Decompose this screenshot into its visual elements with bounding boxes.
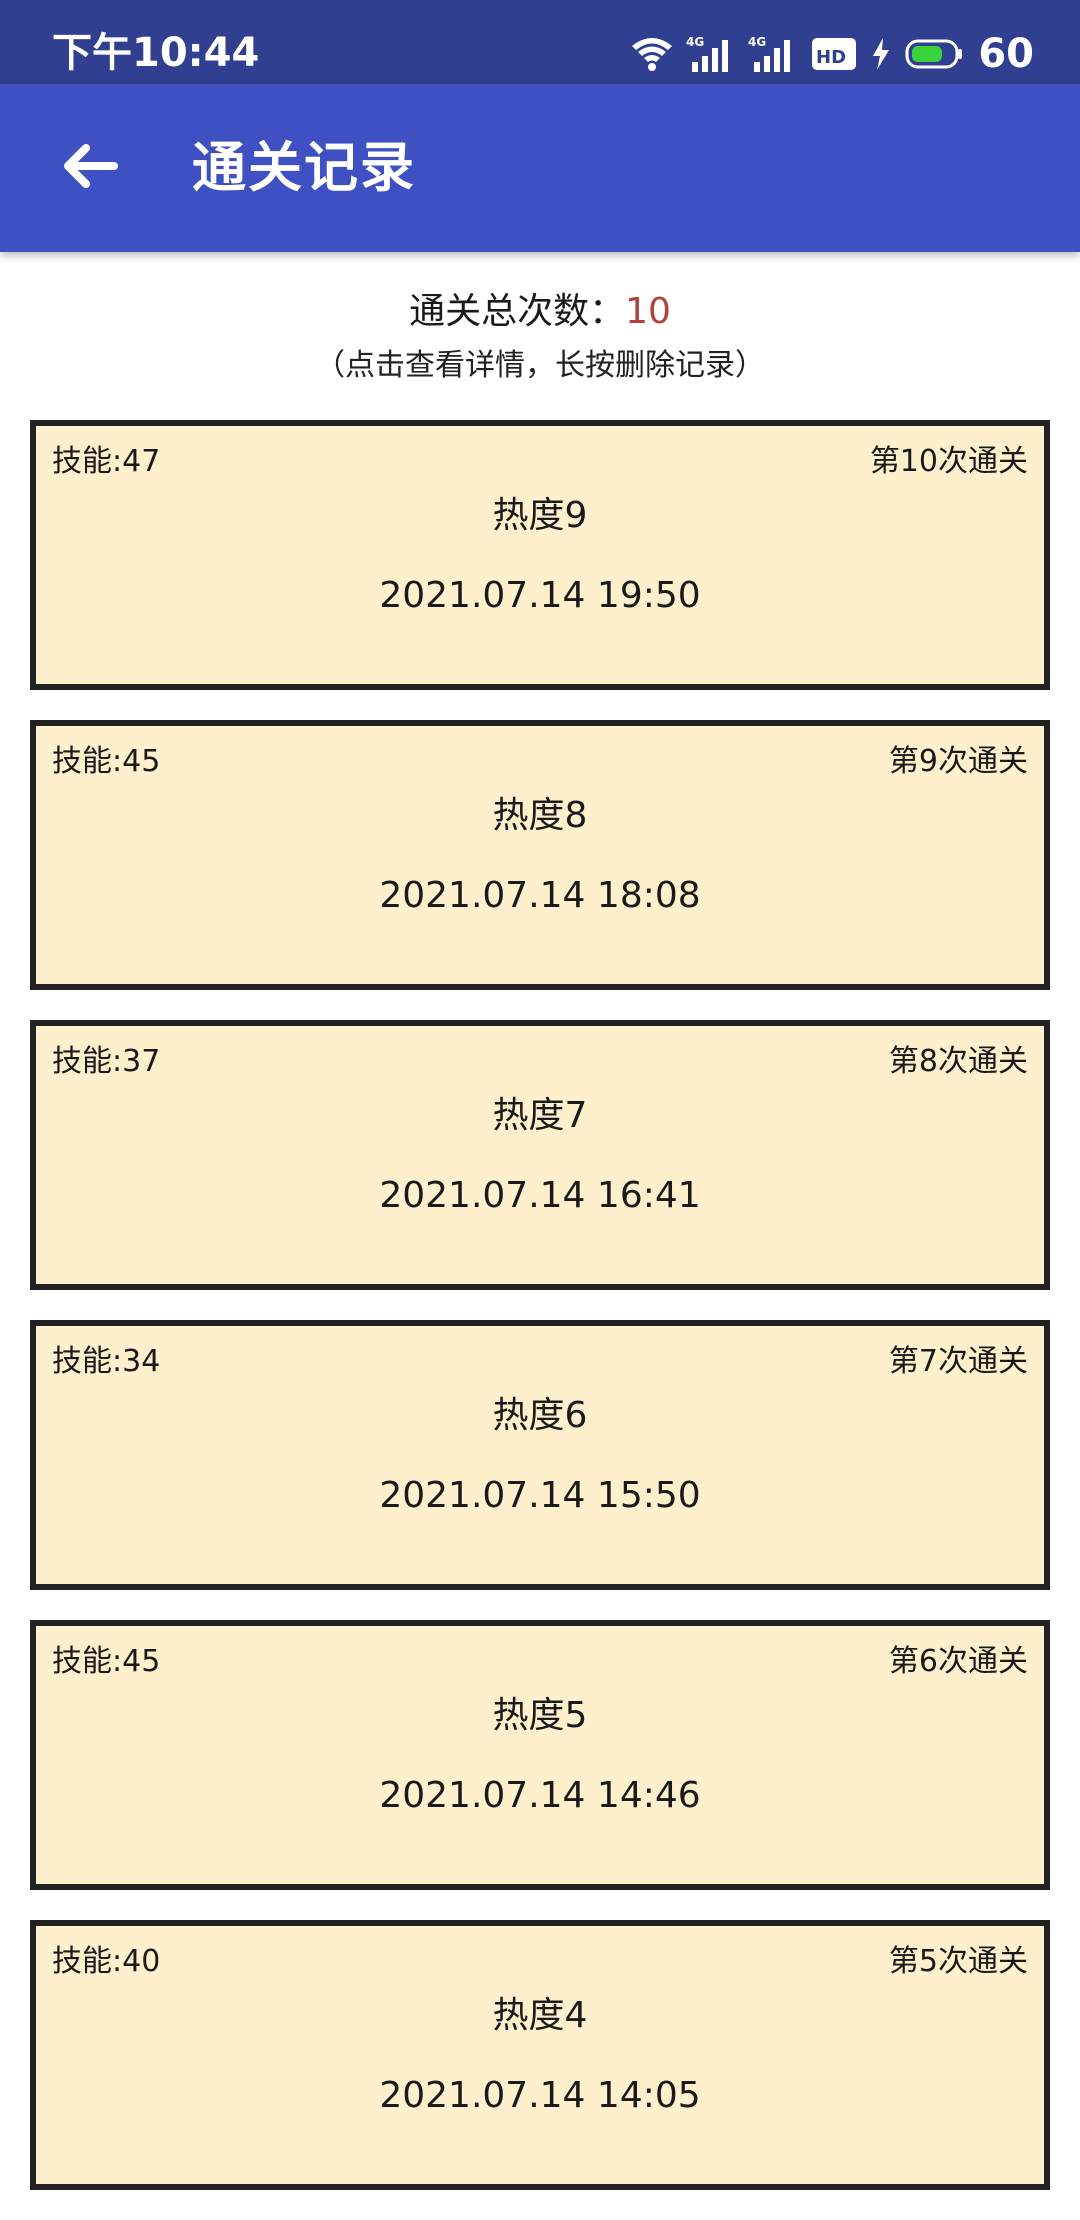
page-title: 通关记录 [192,136,416,199]
record-card[interactable]: 技能:45 第9次通关 热度8 2021.07.14 18:08 [30,720,1050,990]
summary-line: 通关总次数：10 [0,284,1080,340]
signal-4g-icon: 4G [748,34,798,74]
summary-label: 通关总次数： [409,291,626,332]
status-icons: 4G 4G HD 60 [630,30,1034,78]
svg-text:4G: 4G [686,35,704,49]
record-card[interactable]: 技能:37 第8次通关 热度7 2021.07.14 16:41 [30,1020,1050,1290]
record-heat: 热度6 [492,1395,588,1436]
record-clear-index: 第7次通关 [888,1344,1028,1379]
wifi-icon [630,34,674,74]
battery-level: 60 [978,31,1034,77]
record-skill: 技能:45 [52,1644,161,1679]
record-time: 2021.07.14 14:05 [379,2075,701,2116]
svg-text:HD: HD [816,47,846,68]
record-clear-index: 第9次通关 [888,744,1028,779]
record-card[interactable]: 技能:45 第6次通关 热度5 2021.07.14 14:46 [30,1620,1050,1890]
status-bar: 下午10:44 4G 4G HD 60 [0,0,1080,84]
summary-count: 10 [625,291,671,332]
app-bar: 通关记录 [0,84,1080,252]
record-time: 2021.07.14 18:08 [379,875,701,916]
records-list: 技能:47 第10次通关 热度9 2021.07.14 19:50 技能:45 … [30,420,1050,2220]
record-heat: 热度9 [492,495,588,536]
back-button[interactable] [40,126,140,210]
hd-icon: HD [810,34,858,74]
record-time: 2021.07.14 16:41 [379,1175,701,1216]
hint-text: （点击查看详情，长按删除记录） [315,348,765,383]
signal-4g-icon: 4G [686,34,736,74]
record-heat: 热度5 [492,1695,588,1736]
record-time: 2021.07.14 15:50 [379,1475,701,1516]
record-skill: 技能:40 [52,1944,161,1979]
charging-icon [870,34,892,74]
record-card[interactable]: 技能:47 第10次通关 热度9 2021.07.14 19:50 [30,420,1050,690]
record-heat: 热度4 [492,1995,588,2036]
record-clear-index: 第5次通关 [888,1944,1028,1979]
battery-icon [904,34,964,74]
svg-text:4G: 4G [748,35,766,49]
arrow-left-icon [62,142,118,194]
record-clear-index: 第8次通关 [888,1044,1028,1079]
record-skill: 技能:37 [52,1044,161,1079]
record-heat: 热度8 [492,795,588,836]
record-card[interactable]: 技能:40 第5次通关 热度4 2021.07.14 14:05 [30,1920,1050,2190]
record-heat: 热度7 [492,1095,588,1136]
record-time: 2021.07.14 14:46 [379,1775,701,1816]
record-skill: 技能:34 [52,1344,161,1379]
record-skill: 技能:47 [52,444,161,479]
record-clear-index: 第6次通关 [888,1644,1028,1679]
record-skill: 技能:45 [52,744,161,779]
record-time: 2021.07.14 19:50 [379,575,701,616]
record-clear-index: 第10次通关 [869,444,1028,479]
record-card[interactable]: 技能:34 第7次通关 热度6 2021.07.14 15:50 [30,1320,1050,1590]
